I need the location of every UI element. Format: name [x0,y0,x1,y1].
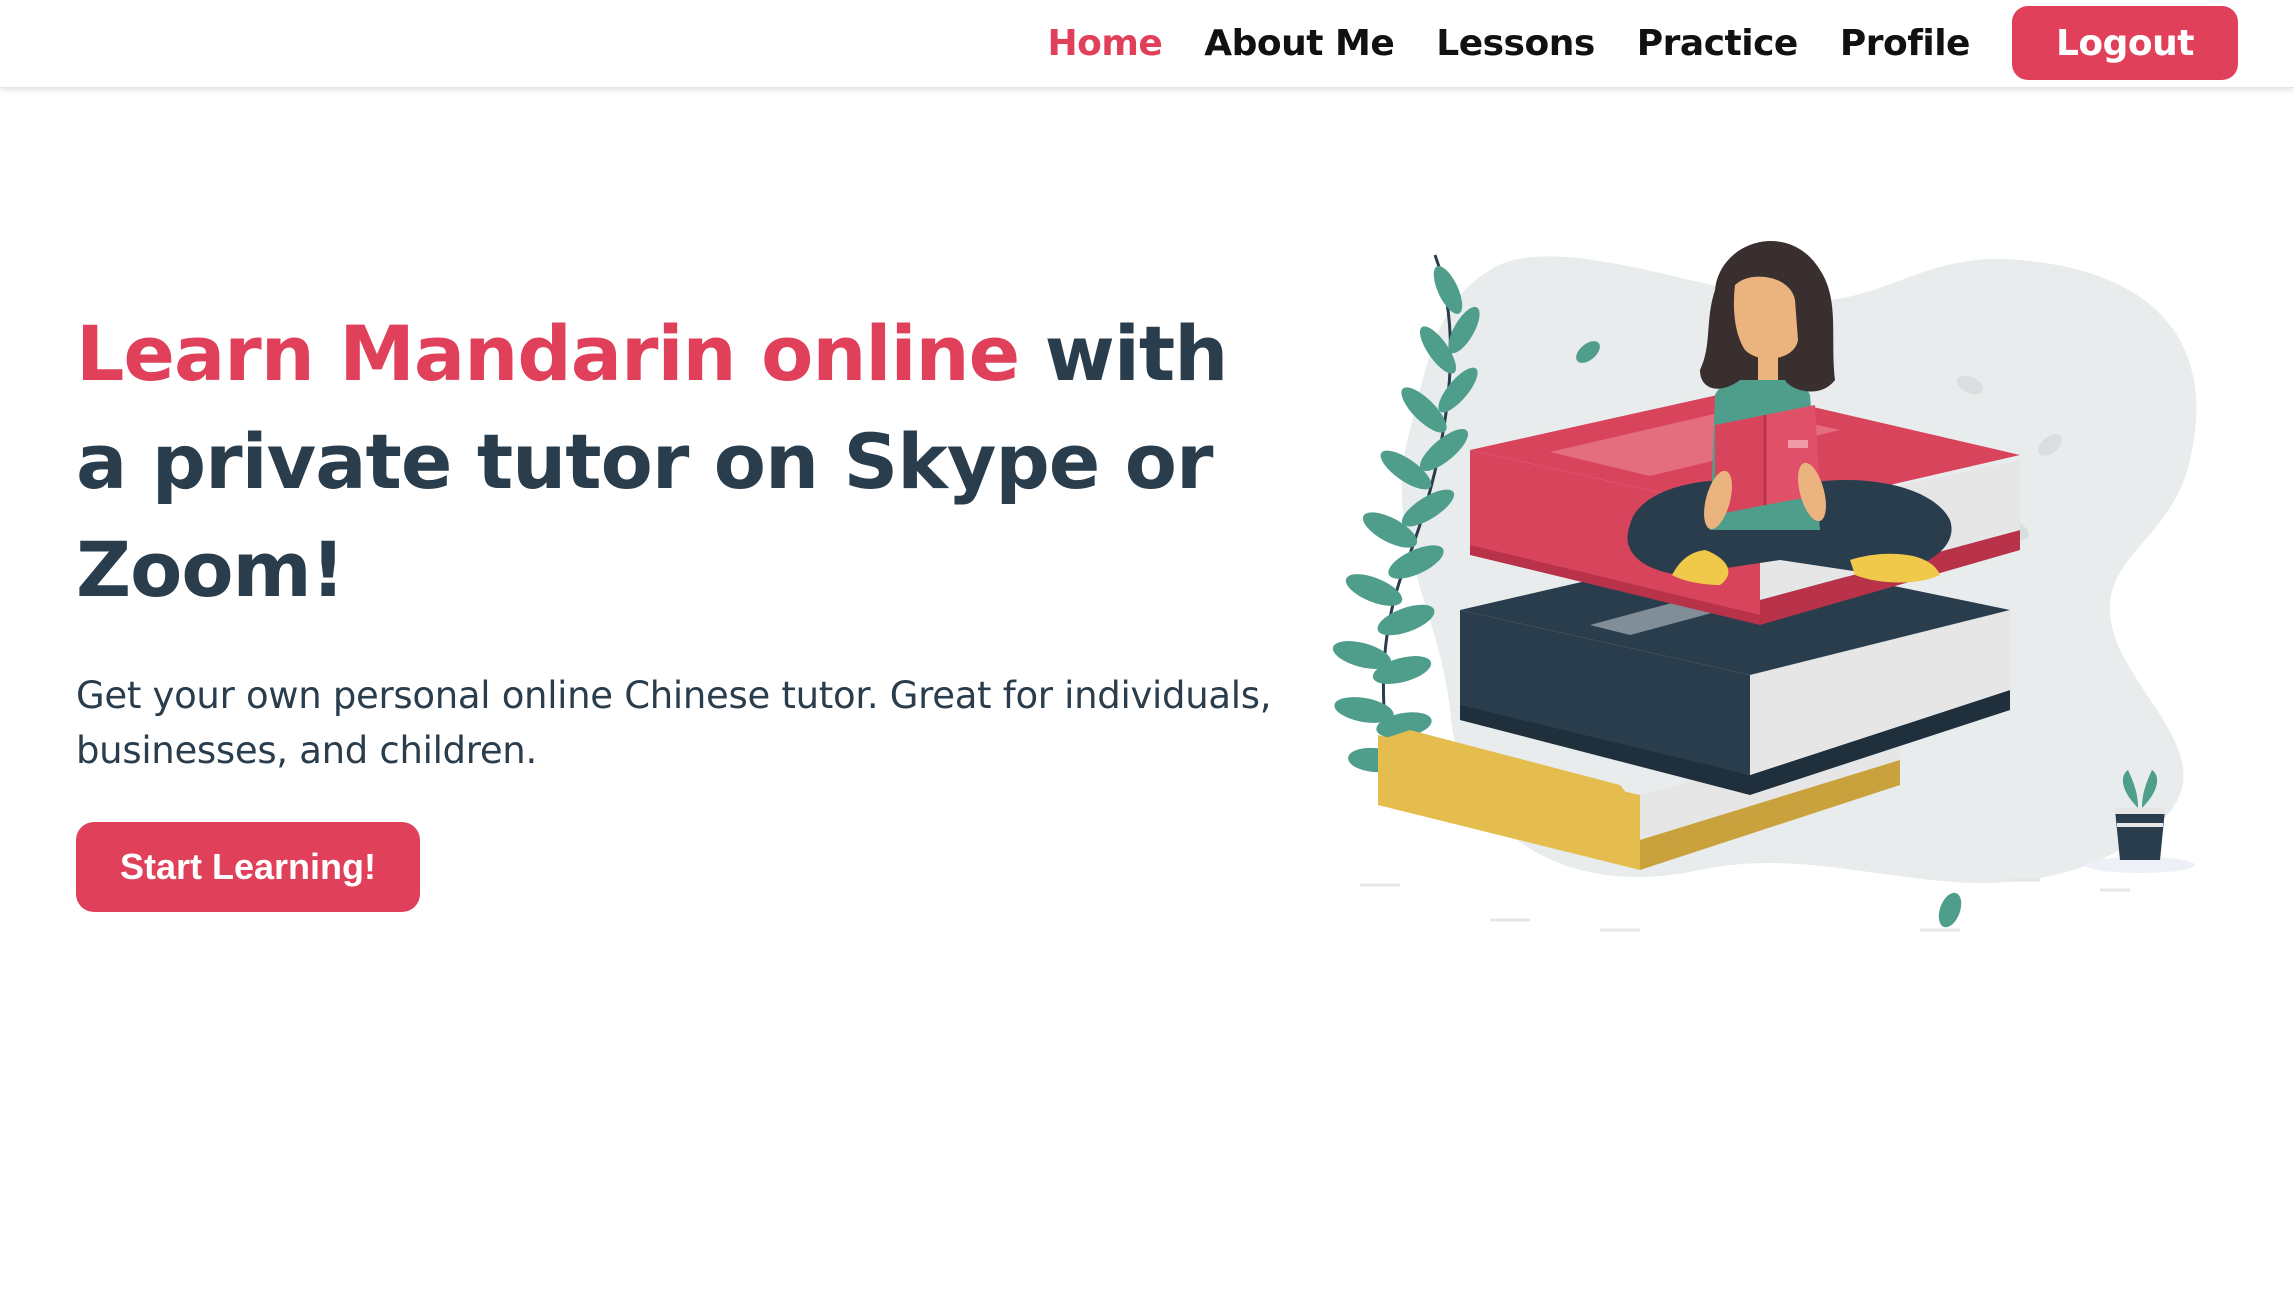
start-learning-button[interactable]: Start Learning! [76,822,420,912]
nav-item-practice[interactable]: Practice [1637,23,1799,64]
hero-subtitle: Get your own personal online Chinese tut… [76,674,1272,772]
nav-item-lessons[interactable]: Lessons [1436,23,1595,64]
woman-reading-on-books-illustration [1320,230,2240,970]
nav-item-home[interactable]: Home [1047,23,1162,64]
top-navbar: Home About Me Lessons Practice Profile L… [0,0,2294,88]
nav-links: Home About Me Lessons Practice Profile L… [1005,6,2238,80]
nav-item-profile[interactable]: Profile [1840,23,1971,64]
nav-item-about-me[interactable]: About Me [1204,23,1394,64]
hero-title: Learn Mandarin online with a private tut… [76,300,1276,624]
logout-button[interactable]: Logout [2011,6,2238,80]
hero-title-accent: Learn Mandarin online [76,309,1020,398]
